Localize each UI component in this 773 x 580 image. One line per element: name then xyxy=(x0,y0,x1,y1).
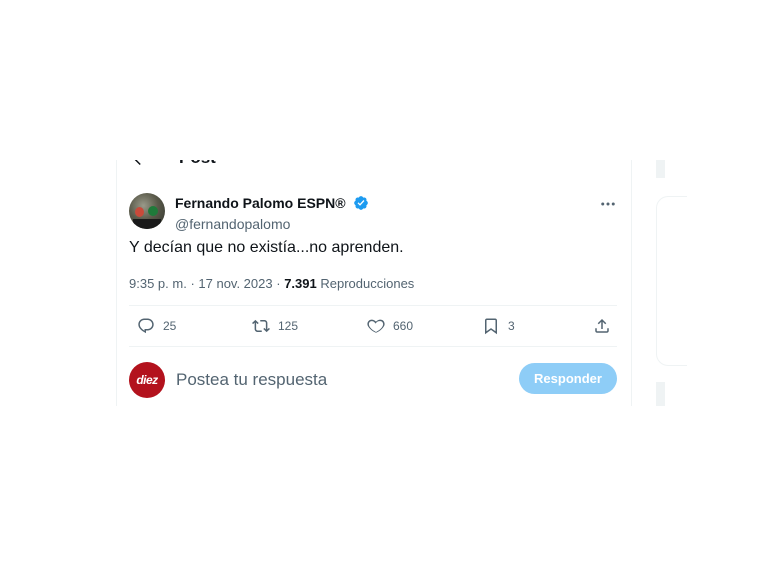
repost-count: 125 xyxy=(278,319,299,333)
tweet-time[interactable]: 9:35 p. m. xyxy=(129,276,187,291)
tweet-meta: 9:35 p. m. · 17 nov. 2023 · 7.391 Reprod… xyxy=(129,276,414,291)
reply-input[interactable]: Postea tu respuesta xyxy=(176,370,327,390)
tweet-date[interactable]: 17 nov. 2023 xyxy=(198,276,272,291)
avatar[interactable]: diez xyxy=(129,362,165,398)
page-title: Post xyxy=(179,160,216,168)
tweet-author-row: Fernando Palomo ESPN® @fernandopalomo xyxy=(129,193,619,233)
author-names: Fernando Palomo ESPN® @fernandopalomo xyxy=(175,194,369,232)
verified-badge-icon[interactable] xyxy=(353,195,369,211)
post-header: Post xyxy=(117,160,631,170)
views-label: Reproducciones xyxy=(320,276,415,291)
bookmark-icon xyxy=(485,318,497,335)
arrow-left-icon[interactable] xyxy=(131,160,149,168)
meta-separator: · xyxy=(276,276,285,291)
more-horizontal-icon[interactable] xyxy=(599,195,617,213)
reply-action[interactable]: 25 xyxy=(137,315,176,337)
tweet-text: Y decían que no existía...no aprenden. xyxy=(129,239,404,256)
share-action[interactable] xyxy=(593,315,619,337)
author-handle[interactable]: @fernandopalomo xyxy=(175,216,369,232)
sidebar-panel-edge xyxy=(656,196,687,366)
like-count: 660 xyxy=(393,319,414,333)
repost-action[interactable]: 125 xyxy=(252,315,298,337)
bookmark-action[interactable]: 3 xyxy=(482,315,515,337)
reply-button[interactable]: Responder xyxy=(519,363,617,394)
avatar[interactable] xyxy=(129,193,165,229)
reply-icon xyxy=(138,318,154,334)
divider xyxy=(129,346,617,347)
action-bar: 25 125 660 3 xyxy=(129,315,617,337)
author-display-name[interactable]: Fernando Palomo ESPN® xyxy=(175,195,346,211)
reply-count: 25 xyxy=(163,319,177,333)
divider xyxy=(129,305,617,306)
reply-avatar-logo: diez xyxy=(136,373,158,387)
page: Post Fernando Palomo ESPN® @fernandopalo… xyxy=(0,0,773,580)
repost-icon xyxy=(252,319,270,333)
heart-icon xyxy=(367,319,385,333)
share-icon xyxy=(595,318,609,333)
sidebar-edge xyxy=(656,160,665,178)
post-column: Post Fernando Palomo ESPN® @fernandopalo… xyxy=(116,160,632,406)
like-action[interactable]: 660 xyxy=(367,315,413,337)
reply-composer: diez Postea tu respuesta Responder xyxy=(129,360,617,400)
views-count: 7.391 xyxy=(284,276,317,291)
bookmark-count: 3 xyxy=(508,319,515,333)
sidebar-edge xyxy=(656,382,665,406)
